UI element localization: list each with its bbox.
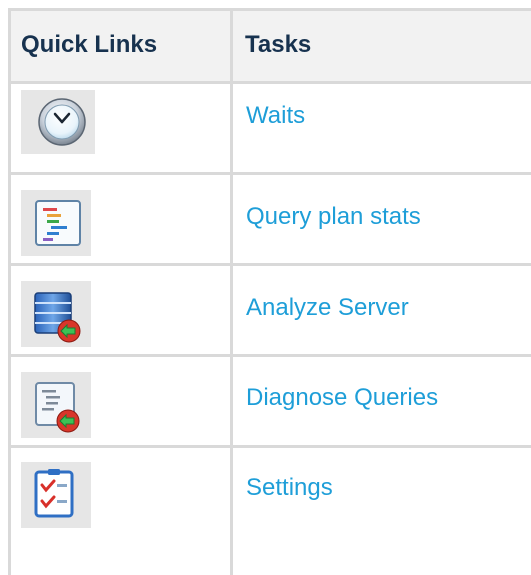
table-row-icon[interactable] <box>21 281 91 347</box>
table-row-icon[interactable] <box>21 462 91 528</box>
grid-line <box>8 445 531 448</box>
task-link-settings[interactable]: Settings <box>246 473 333 503</box>
settings-checklist-icon <box>34 469 74 518</box>
header-tasks: Tasks <box>245 31 312 58</box>
task-link-waits[interactable]: Waits <box>246 101 305 131</box>
grid-line <box>8 263 531 266</box>
grid-line <box>8 172 531 175</box>
table-row-icon[interactable] <box>21 372 91 438</box>
task-link-query-plan-stats[interactable]: Query plan stats <box>246 202 421 232</box>
grid-line <box>8 8 531 11</box>
diagnose-queries-icon <box>35 382 80 433</box>
table-row-icon[interactable] <box>21 90 95 154</box>
clock-icon <box>38 98 86 146</box>
header-quick-links: Quick Links <box>21 31 158 58</box>
grid-line <box>8 8 11 575</box>
grid-line <box>8 81 531 84</box>
query-plan-icon <box>35 200 81 246</box>
table-row-icon[interactable] <box>21 190 91 256</box>
grid-line <box>8 354 531 357</box>
grid-line <box>230 8 233 575</box>
task-link-analyze-server[interactable]: Analyze Server <box>246 293 409 323</box>
task-link-diagnose-queries[interactable]: Diagnose Queries <box>246 383 438 413</box>
server-analyze-icon <box>34 292 81 343</box>
quick-links-table: Quick Links Tasks Waits Query plan stats… <box>0 0 531 575</box>
